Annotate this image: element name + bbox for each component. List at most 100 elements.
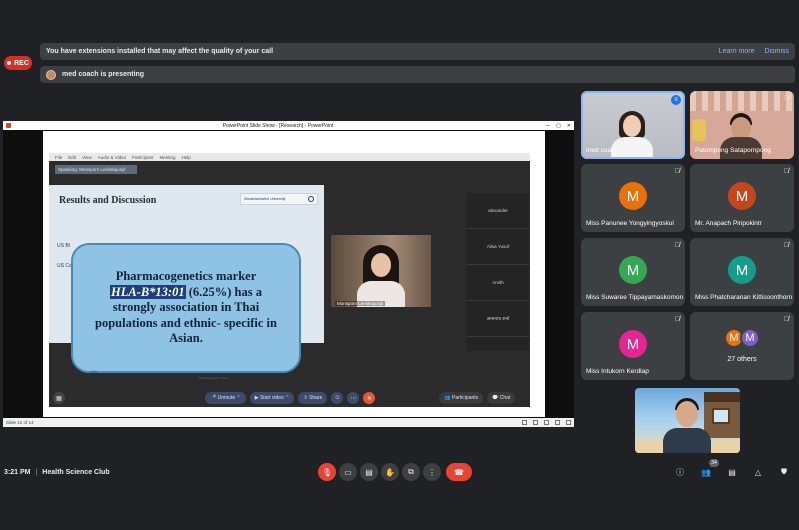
presentation-area[interactable]: PowerPoint Slide Show - [Research] - Pow…: [3, 121, 574, 427]
zoom-screenshot: File Edit View Audio & Video Participant…: [49, 153, 530, 407]
participant-name: Mr. Anapach Pinpokintr: [695, 220, 762, 227]
gallery-item: Amith: [467, 265, 529, 301]
curtain: [690, 91, 794, 111]
zoom-gallery-strip: alexander Alisa Yusof Amith अमरनाथ शर्मा: [467, 193, 529, 351]
activities-icon[interactable]: △: [751, 465, 765, 479]
avatar: M: [619, 256, 647, 284]
start-video-label: Start video: [259, 395, 284, 401]
learn-more-link[interactable]: Learn more: [719, 48, 755, 55]
mic-off-icon: 🎙̸: [783, 316, 789, 323]
recording-badge: REC: [4, 56, 32, 70]
others-count: 27 others: [727, 356, 757, 363]
hut-window: [712, 408, 730, 424]
inner-slide: Results and Discussion Srinakharinwirot …: [49, 185, 324, 380]
hang-up-icon[interactable]: ☎: [446, 463, 472, 481]
zoom-menu-item: Edit: [68, 154, 77, 160]
presenting-text: med coach is presenting: [62, 71, 145, 78]
callout-line1: Pharmacogenetics marker: [115, 268, 257, 283]
extensions-warning-text: You have extensions installed that may a…: [46, 48, 274, 55]
dismiss-button[interactable]: Dismiss: [765, 48, 790, 55]
self-view-tile[interactable]: [635, 388, 740, 453]
gallery-item: Alisa Yusof: [467, 229, 529, 265]
participant-name: Patompong Satapornpong: [695, 147, 771, 154]
zoom-menu-bar: File Edit View Audio & Video Participant…: [49, 153, 530, 161]
zoom-chat-button: 💬 Chat: [487, 392, 516, 404]
person-face: [371, 253, 391, 277]
avatar: M: [740, 328, 760, 348]
participant-tile-suwaree[interactable]: 🎙̸ M Miss Suwaree Tippayamaskomon: [581, 238, 685, 306]
slide-canvas: File Edit View Audio & Video Participant…: [43, 131, 545, 417]
mic-off-icon: 🎙̸: [783, 242, 789, 249]
mic-off-icon: 🎙̸: [674, 316, 680, 323]
mic-off-icon[interactable]: 🎙: [318, 463, 336, 481]
participant-tile-anapach[interactable]: 🎙̸ M Mr. Anapach Pinpokintr: [690, 164, 794, 232]
others-avatars: M M: [724, 328, 760, 348]
meeting-info: 3:21 PM | Health Science Club: [4, 460, 110, 484]
raise-hand-icon[interactable]: ✋: [381, 463, 399, 481]
window-title: PowerPoint Slide Show - [Research] - Pow…: [222, 122, 334, 129]
mic-off-icon: 🎙̸: [674, 242, 680, 249]
view-icons: [522, 420, 571, 425]
participant-name: med coach: [586, 147, 618, 154]
chat-icon[interactable]: ▤: [725, 465, 739, 479]
zoom-speaking-label: Speaking: Monsporn Leelakajonjit: [55, 165, 137, 174]
close-icon: ✕: [566, 122, 571, 129]
participant-name: Miss Panunee Yongyingyoskul: [586, 220, 674, 227]
slide-title: Results and Discussion: [59, 195, 157, 206]
gallery-item: alexander: [467, 193, 529, 229]
separator: |: [35, 468, 38, 476]
normal-view-icon: [522, 420, 527, 425]
chat-label: Chat: [499, 395, 511, 401]
zoom-menu-item: Audio & Video: [97, 154, 127, 160]
table-row-label: US Bl: [57, 243, 70, 249]
camera-icon[interactable]: ▭: [339, 463, 357, 481]
powerpoint-icon: [6, 123, 11, 128]
participant-tile-med-coach[interactable]: ≡ med coach: [581, 91, 685, 159]
present-icon[interactable]: ⧉: [402, 463, 420, 481]
zoom-menu-item: File: [55, 154, 63, 160]
participant-tile-others[interactable]: 🎙̸ M M 27 others: [690, 312, 794, 380]
fit-icon: [566, 420, 571, 425]
person-body: [663, 428, 711, 453]
unmute-label: Unmute: [217, 395, 236, 401]
seal-icon: [308, 196, 314, 202]
mic-off-icon: 🎙̸: [783, 95, 789, 102]
zoom-share-button: ⇪ Share: [298, 392, 328, 404]
zoom-menu-item: View: [82, 154, 92, 160]
maximize-icon: ▢: [556, 122, 561, 129]
avatar: M: [728, 256, 756, 284]
mic-off-icon: 🎙̸: [674, 168, 680, 175]
slide-footnote: Pharmacogenetics of HLA...: [199, 377, 231, 380]
participant-tile-patompong[interactable]: 🎙̸ Patompong Satapornpong: [690, 91, 794, 159]
participant-tile-phatcharanan[interactable]: 🎙̸ M Miss Phatcharanan Kittisoonthorn: [690, 238, 794, 306]
participant-name: Miss Suwaree Tippayamaskomon: [586, 294, 684, 301]
zoom-start-video-button: ▶ Start video ⌃: [249, 392, 295, 404]
info-icon[interactable]: ⓘ: [673, 465, 687, 479]
participant-name: Miss Phatcharanan Kittisoonthorn: [695, 294, 793, 301]
reading-view-icon: [544, 420, 549, 425]
gallery-item: अमरनाथ शर्मा: [467, 301, 529, 337]
zoom-menu-item: Participant: [132, 154, 154, 160]
recording-label: REC: [14, 59, 29, 67]
callout-highlight: HLA-B*13:01: [109, 284, 186, 299]
logo-text: Srinakharinwirot University: [244, 197, 286, 201]
avatar: M: [619, 330, 647, 358]
zoom-leave-icon: ✕: [363, 392, 376, 404]
zoom-menu-icon: ▦: [53, 392, 65, 404]
host-controls-icon[interactable]: ⛊: [777, 465, 791, 479]
presenter-avatar: [46, 69, 56, 80]
share-label: Share: [309, 395, 323, 401]
zoom-menu-item: Meeting: [159, 154, 176, 160]
extensions-warning-banner: You have extensions installed that may a…: [40, 43, 795, 60]
more-options-icon[interactable]: ⋮: [423, 463, 441, 481]
call-controls: 🎙 ▭ ▤ ✋ ⧉ ⋮ ☎: [318, 463, 472, 481]
zoom-participants-button: 👥 Participants: [439, 392, 484, 404]
powerpoint-title-bar: PowerPoint Slide Show - [Research] - Pow…: [3, 121, 574, 130]
person-face: [676, 401, 698, 427]
participant-tile-panunee[interactable]: 🎙̸ M Miss Panunee Yongyingyoskul: [581, 164, 685, 232]
captions-icon[interactable]: ▤: [360, 463, 378, 481]
participant-tile-intukorn[interactable]: 🎙̸ M Miss Intukorn Kerdlap: [581, 312, 685, 380]
callout-box: Pharmacogenetics marker HLA-B*13:01 (6.2…: [71, 243, 301, 373]
meeting-name: Health Science Club: [42, 468, 110, 476]
people-icon[interactable]: 👥 34: [699, 459, 719, 479]
